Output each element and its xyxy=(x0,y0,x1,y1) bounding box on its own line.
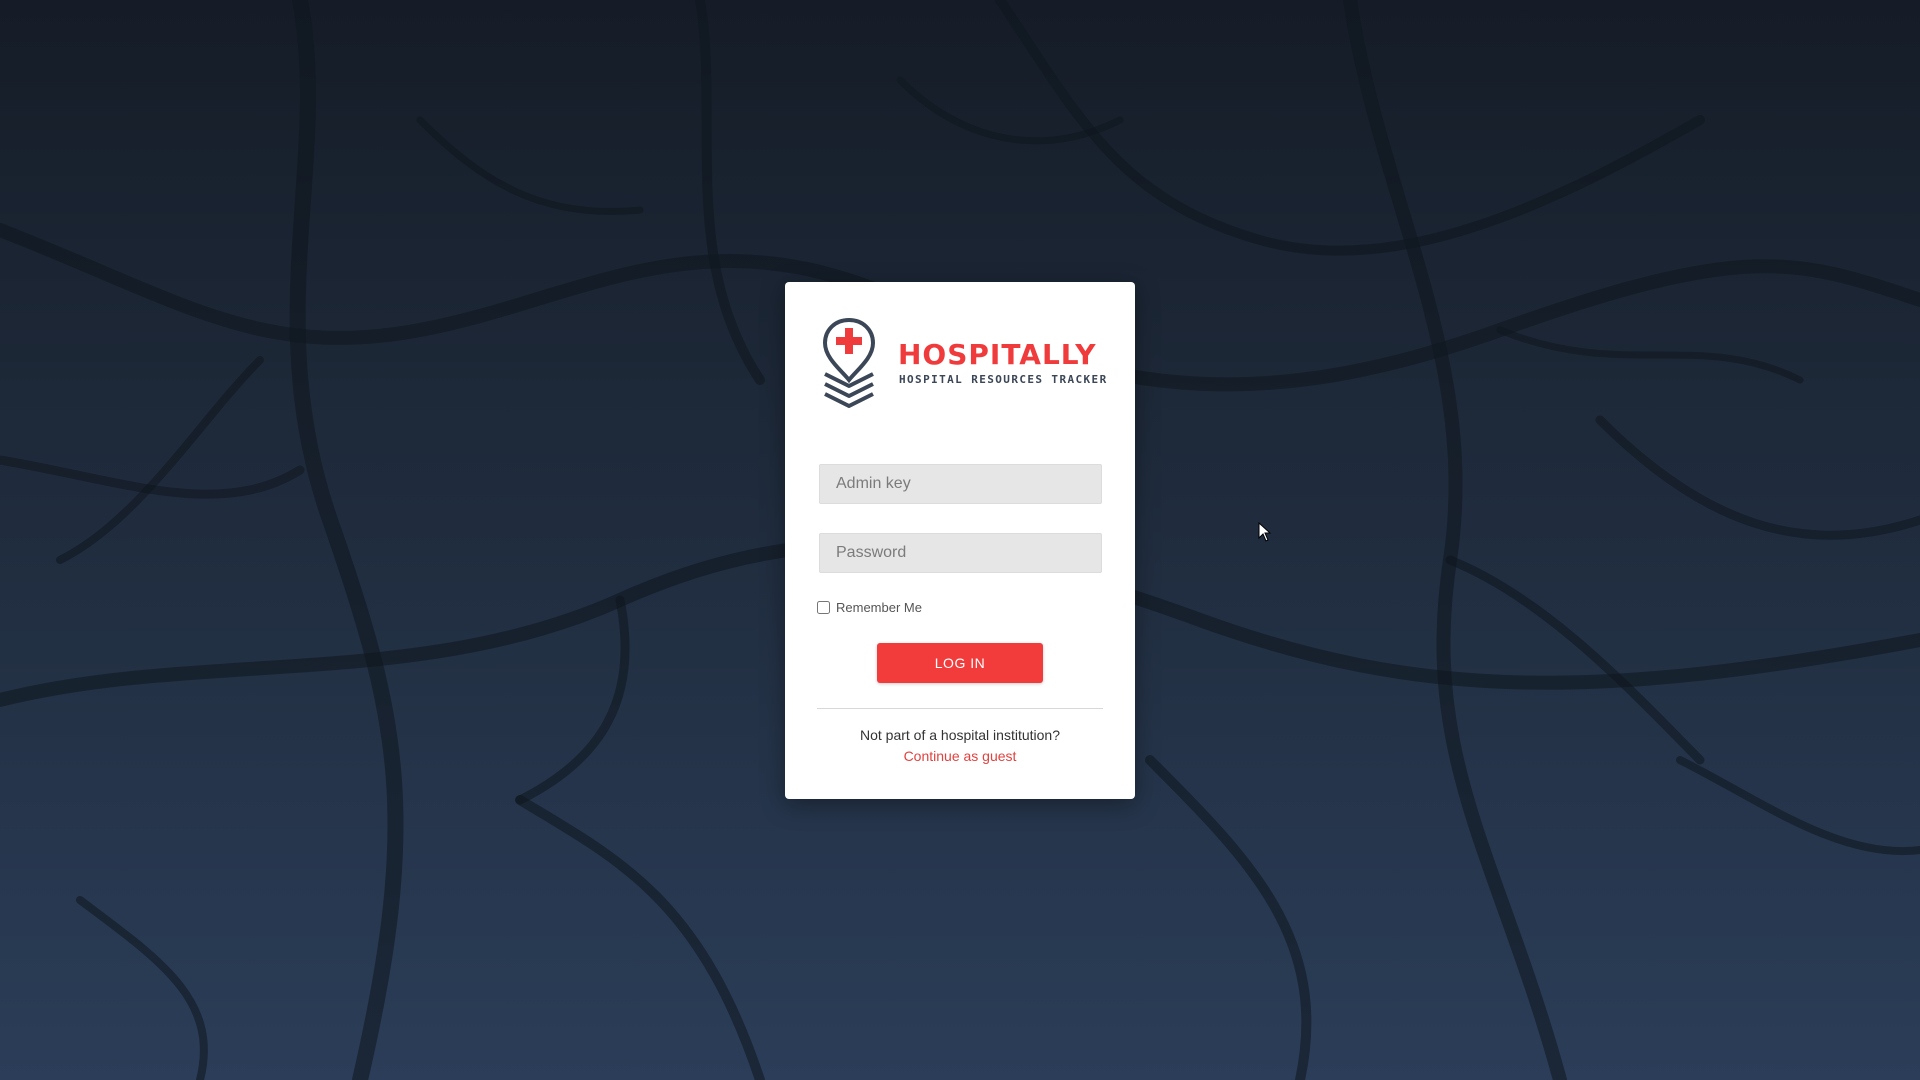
remember-me-control[interactable]: Remember Me xyxy=(817,600,922,615)
password-input[interactable] xyxy=(819,533,1102,573)
continue-as-guest-link[interactable]: Continue as guest xyxy=(785,748,1135,764)
login-card: HOSPITALLY HOSPITAL RESOURCES TRACKER Re… xyxy=(785,282,1135,799)
login-button[interactable]: LOG IN xyxy=(877,643,1043,683)
brand-logo: HOSPITALLY HOSPITAL RESOURCES TRACKER xyxy=(821,316,1106,412)
remember-me-label: Remember Me xyxy=(836,600,922,615)
mouse-pointer-icon xyxy=(1258,522,1272,542)
map-pin-cross-layers-icon xyxy=(822,317,876,408)
brand-tagline: HOSPITAL RESOURCES TRACKER xyxy=(899,373,1108,386)
admin-key-input[interactable] xyxy=(819,464,1102,504)
guest-prompt: Not part of a hospital institution? xyxy=(859,727,1060,743)
remember-me-checkbox[interactable] xyxy=(817,601,830,614)
divider xyxy=(817,708,1103,709)
brand-name: HOSPITALLY xyxy=(898,338,1097,371)
